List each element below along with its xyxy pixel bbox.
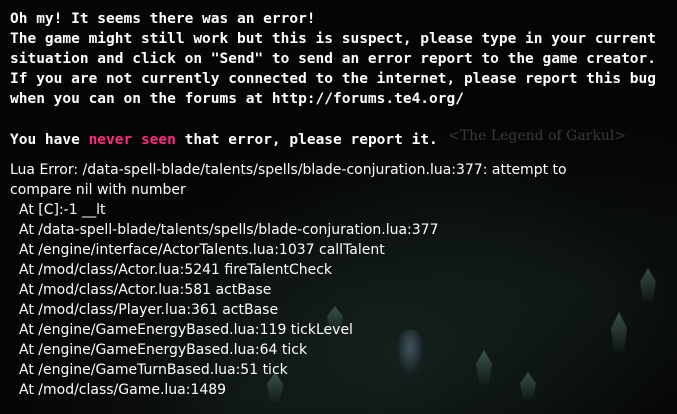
stack-trace-line: At [C]:-1 __lt [19,202,106,218]
lua-error-message: Lua Error: /data-spell-blade/talents/spe… [10,160,670,200]
stack-trace-line: At /mod/class/Player.lua:361 actBase [19,302,279,318]
stack-trace: At [C]:-1 __lt At /data-spell-blade/tale… [10,200,670,400]
report-status-suffix: that error, please report it. [175,132,438,148]
stack-trace-line: At /engine/GameTurnBased.lua:51 tick [19,362,288,378]
error-header-line: If you are not currently connected to th… [10,71,657,87]
error-header-line: situation and click on "Send" to send an… [10,51,657,67]
error-header-line: Oh my! It seems there was an error! [10,11,316,27]
error-header-line: The game might still work but this is su… [10,31,657,47]
error-dialog-screen: <The Legend of Garkul> Oh my! It seems t… [0,0,677,414]
report-status: You have never seen that error, please r… [10,130,670,150]
report-status-prefix: You have [10,132,89,148]
stack-trace-line: At /mod/class/Game.lua:1489 [19,382,227,398]
stack-trace-line: At /engine/GameEnergyBased.lua:119 tickL… [19,322,353,338]
stack-trace-line: At /mod/class/Actor.lua:581 actBase [19,282,272,298]
stack-trace-line: At /data-spell-blade/talents/spells/blad… [19,222,439,238]
stack-trace-line: At /engine/GameEnergyBased.lua:64 tick [19,342,308,358]
lua-error-line: compare nil with number [10,182,186,198]
stack-trace-line: At /mod/class/Actor.lua:5241 fireTalentC… [19,262,333,278]
error-header: Oh my! It seems there was an error! The … [10,9,670,109]
error-header-line: when you can on the forums at http://for… [10,91,464,107]
lua-error-line: Lua Error: /data-spell-blade/talents/spe… [10,162,567,178]
stack-trace-line: At /engine/interface/ActorTalents.lua:10… [19,242,385,258]
report-status-highlight: never seen [88,132,176,148]
error-report-text: Oh my! It seems there was an error! The … [10,9,670,400]
